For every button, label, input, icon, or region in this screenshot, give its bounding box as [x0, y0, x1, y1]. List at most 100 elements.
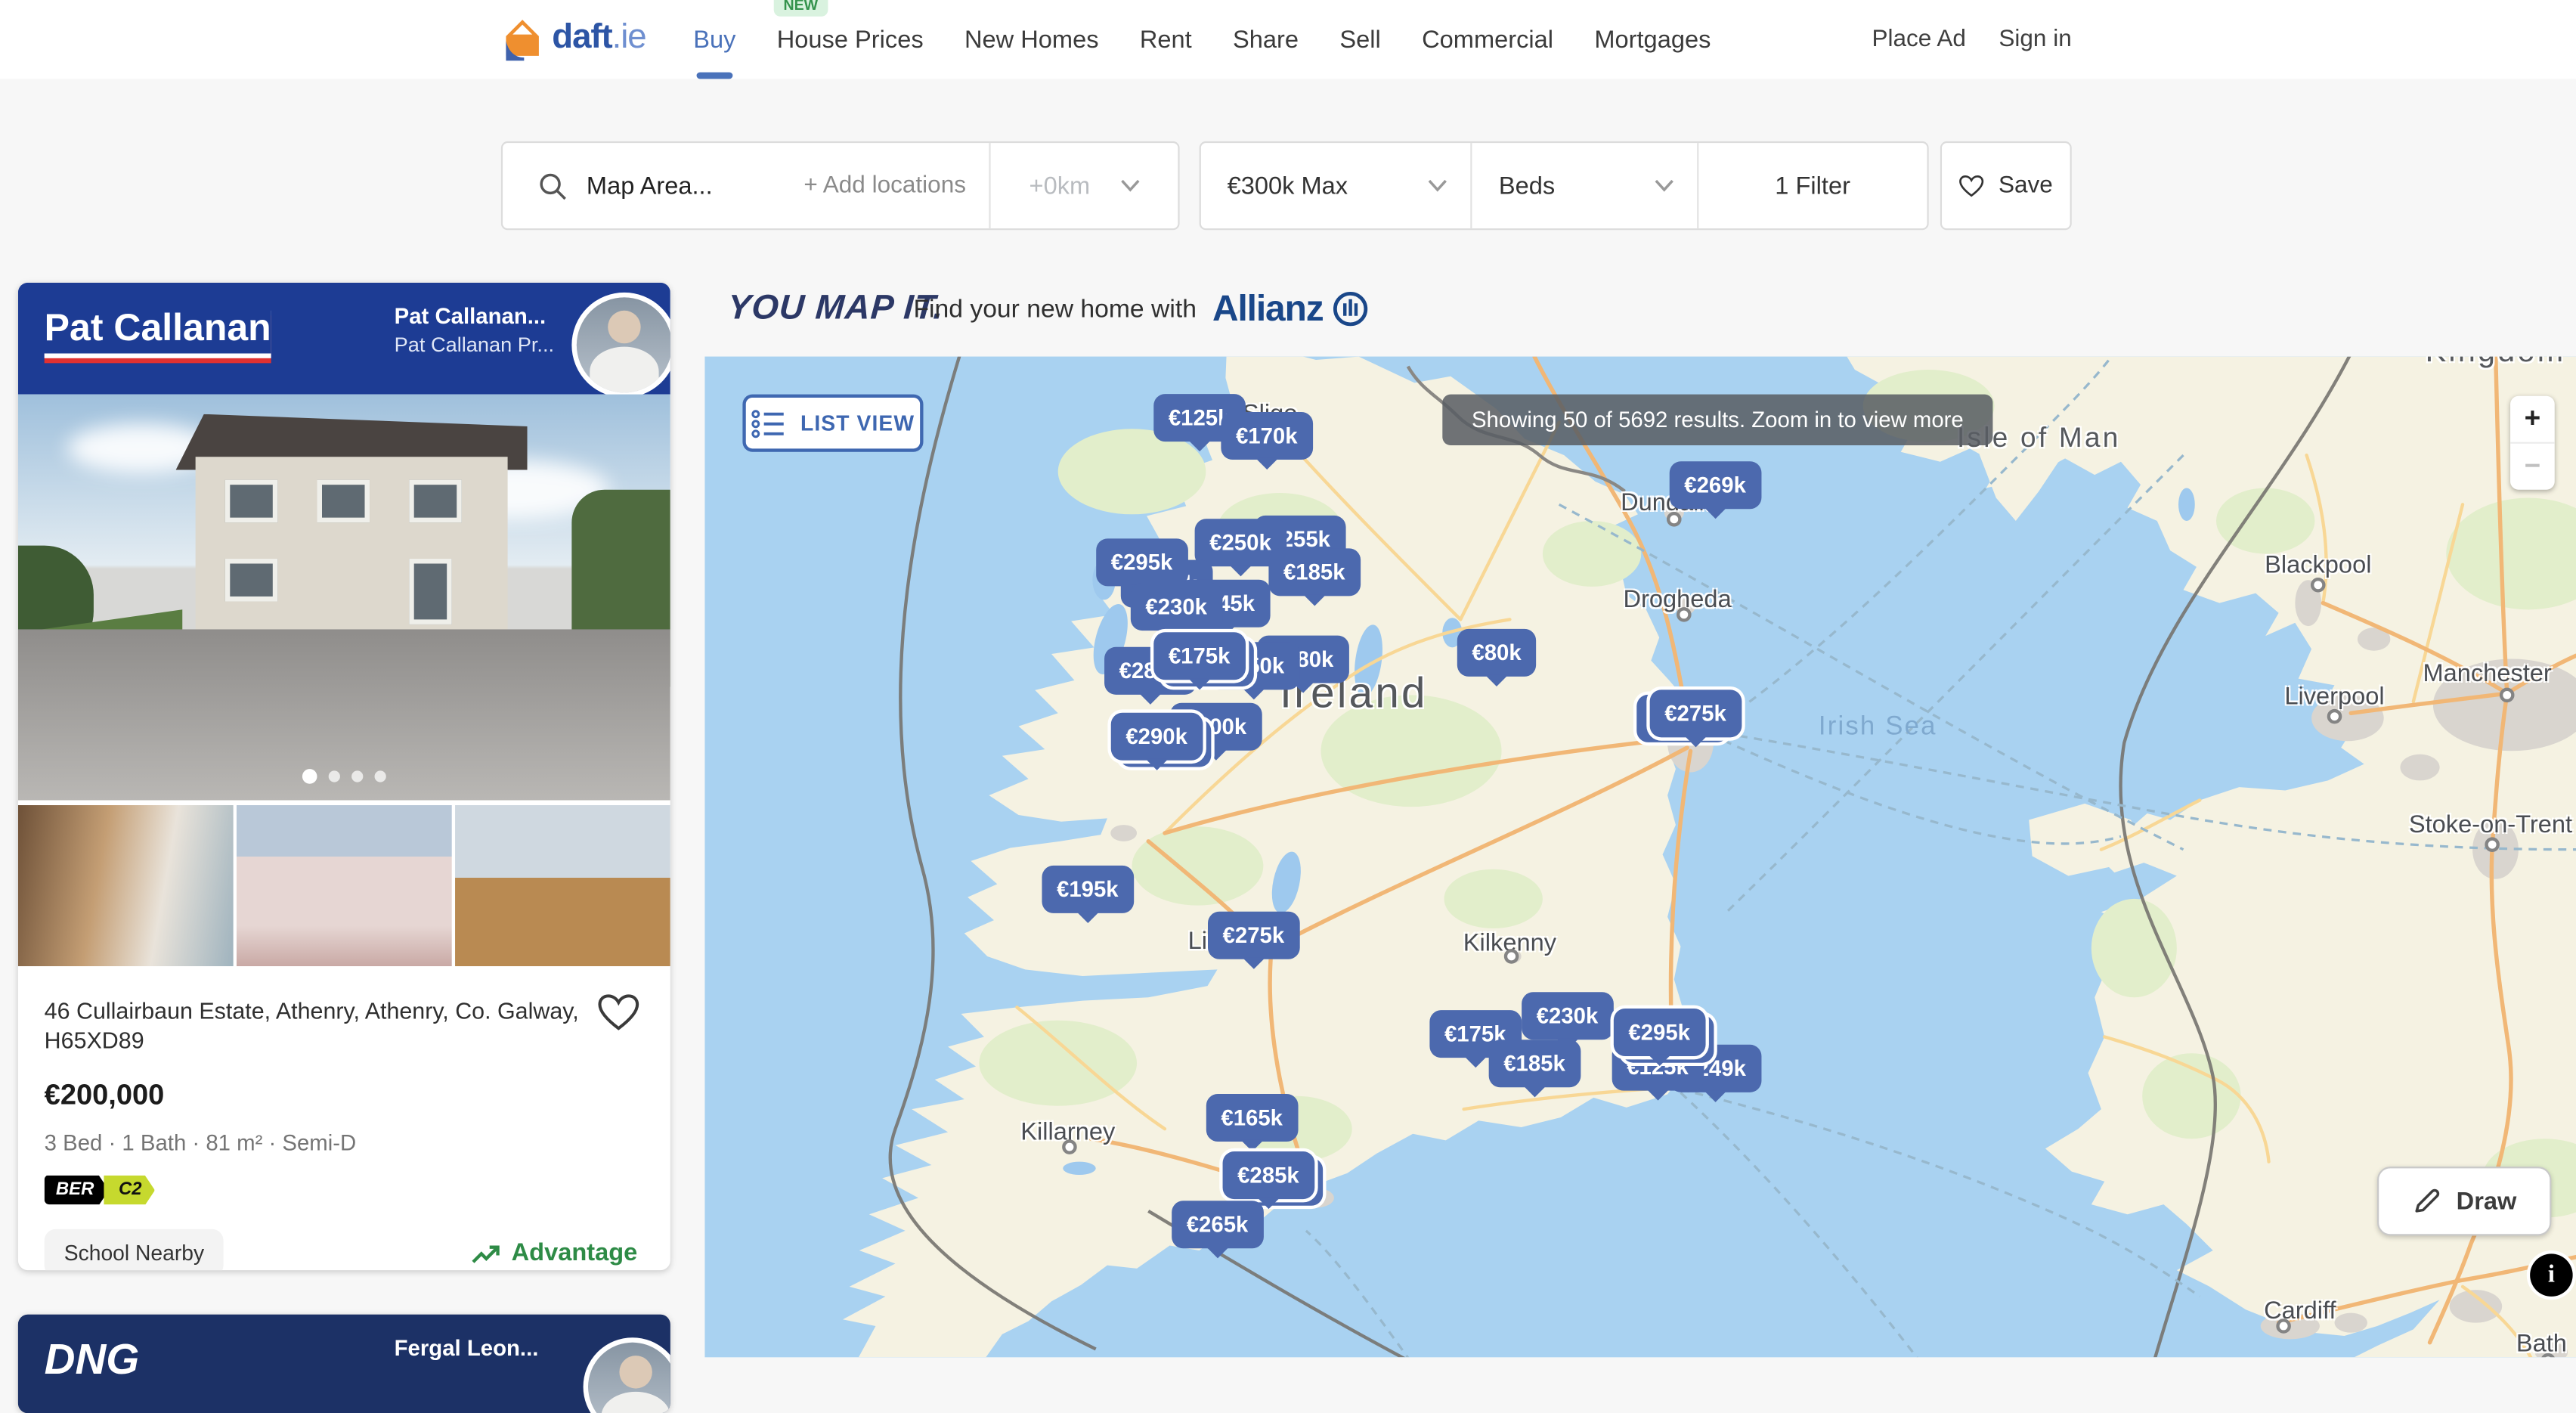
top-navigation-bar: daft.ie Buy House PricesNEW New Homes Rent S… [0, 0, 2576, 79]
results-toast: Showing 50 of 5692 results. Zoom in to v… [1442, 395, 1992, 445]
agency-logo: DNG [45, 1334, 140, 1389]
banner-text: Find your new home with [913, 296, 1197, 325]
price-marker[interactable]: €285k [1223, 1151, 1314, 1198]
search-icon [539, 172, 567, 200]
search-filter-bar: Map Area... + Add locations +0km €300k M… [0, 141, 2576, 230]
listing-meta: 3 Bed · 1 Bath · 81 m² · Semi-D [45, 1131, 641, 1156]
allianz-eagle-icon [1333, 291, 1370, 327]
favourite-heart-icon[interactable] [596, 993, 641, 1042]
nav-item-house-prices[interactable]: House PricesNEW [777, 0, 924, 79]
ber-badge: BER C2 [45, 1176, 641, 1205]
agent-avatar [584, 1337, 670, 1413]
price-marker[interactable]: €80k [1457, 629, 1536, 676]
property-photo[interactable] [18, 395, 670, 801]
thumbnail-hallway[interactable] [18, 805, 234, 966]
agent-avatar [571, 293, 670, 398]
agent-names: Pat Callanan... Pat Callanan Pr... [395, 304, 554, 357]
city-dot-liverpool [2327, 709, 2342, 724]
price-marker[interactable]: €295k [1614, 1009, 1705, 1055]
city-dot-stoke-on-trent [2485, 837, 2500, 852]
filter-count-button[interactable]: 1 Filter [1697, 143, 1927, 228]
price-marker[interactable]: €170k [1221, 412, 1312, 459]
radius-dropdown[interactable]: +0km [989, 143, 1178, 228]
listing-details: 46 Cullairbaun Estate, Athenry, Athenry,… [18, 966, 670, 1270]
daft-logo[interactable]: daft.ie [501, 15, 646, 61]
advantage-badge: Advantage [472, 1240, 637, 1268]
price-marker[interactable]: €275k [1650, 689, 1742, 736]
city-label-blackpool: Blackpool [2265, 551, 2371, 579]
list-view-button[interactable]: LIST VIEW [742, 395, 923, 452]
search-input-value[interactable]: Map Area... [587, 172, 713, 200]
add-locations-button[interactable]: + Add locations [803, 172, 989, 199]
draw-button[interactable]: Draw [2377, 1167, 2551, 1235]
allianz-logo: Allianz [1212, 287, 1369, 330]
city-dot-blackpool [2311, 578, 2326, 593]
agency-banner: DNG Fergal Leon... [18, 1315, 670, 1413]
price-filter-dropdown[interactable]: €300k Max [1201, 143, 1471, 228]
city-label-stoke-on-trent: Stoke-on-Trent [2409, 811, 2572, 839]
map-info-button[interactable]: i [2527, 1250, 2576, 1300]
chevron-down-icon [1119, 179, 1139, 192]
price-marker[interactable]: €185k [1489, 1040, 1581, 1086]
save-search-button[interactable]: Save [1940, 141, 2072, 230]
daft-logo-text: daft.ie [552, 18, 646, 57]
price-marker[interactable]: €195k [1042, 866, 1133, 913]
agency-banner: Pat Callanan Pat Callanan... Pat Callana… [18, 283, 670, 395]
map-overlay: IrelandIsle of ManKingdomIrish SeaSligoD… [704, 357, 2576, 1358]
map-area-segment[interactable]: Map Area... + Add locations [503, 172, 989, 200]
beds-filter-dropdown[interactable]: Beds [1471, 143, 1697, 228]
price-marker[interactable]: €269k [1670, 461, 1761, 508]
zoom-out-button[interactable]: − [2510, 442, 2555, 490]
nav-item-rent[interactable]: Rent [1140, 0, 1192, 79]
carousel-dot[interactable] [302, 769, 317, 784]
price-marker[interactable]: €290k [1111, 713, 1203, 760]
list-icon [751, 408, 788, 438]
listing-card-next[interactable]: DNG Fergal Leon... [18, 1315, 670, 1413]
price-marker[interactable]: €295k [1096, 538, 1187, 585]
results-map[interactable]: IrelandIsle of ManKingdomIrish SeaSligoD… [704, 357, 2576, 1358]
pencil-icon [2412, 1186, 2441, 1216]
price-marker[interactable]: €165k [1206, 1094, 1298, 1141]
photo-thumbnails [18, 805, 670, 966]
nav-item-buy[interactable]: Buy [693, 0, 735, 79]
thumbnail-kitchen[interactable] [455, 805, 670, 966]
agent-names: Fergal Leon... [395, 1336, 539, 1361]
trending-up-icon [472, 1242, 501, 1265]
price-marker[interactable]: €275k [1208, 912, 1299, 959]
listing-card[interactable]: Pat Callanan Pat Callanan... Pat Callana… [18, 283, 670, 1270]
city-dot-killarney [1062, 1139, 1077, 1154]
carousel-dots[interactable] [18, 769, 670, 784]
nav-item-mortgages[interactable]: Mortgages [1594, 0, 1711, 79]
carousel-dot[interactable] [329, 770, 340, 782]
region-label-kingdom: Kingdom [2426, 357, 2566, 372]
price-marker[interactable]: €230k [1131, 583, 1222, 630]
price-marker[interactable]: €230k [1522, 992, 1613, 1039]
new-badge: NEW [773, 0, 828, 17]
nav-item-commercial[interactable]: Commercial [1422, 0, 1553, 79]
filters-box: €300k Max Beds 1 Filter [1200, 141, 1929, 230]
place-ad-link[interactable]: Place Ad [1872, 26, 1965, 53]
price-marker[interactable]: €185k [1268, 548, 1360, 595]
daft-house-icon [501, 15, 544, 61]
listing-price: €200,000 [45, 1079, 641, 1114]
region-label-irish-sea: Irish Sea [1819, 713, 1937, 742]
carousel-dot[interactable] [375, 770, 386, 782]
sign-in-link[interactable]: Sign in [1999, 26, 2071, 53]
carousel-dot[interactable] [351, 770, 363, 782]
nav-item-new-homes[interactable]: New Homes [964, 0, 1099, 79]
price-marker[interactable]: €265k [1172, 1201, 1263, 1247]
city-label-bath: Bath [2516, 1330, 2567, 1357]
thumbnail-bedroom[interactable] [237, 805, 452, 966]
price-marker[interactable]: €175k [1153, 632, 1245, 679]
map-zoom-control: + − [2510, 396, 2555, 490]
nav-item-share[interactable]: Share [1233, 0, 1299, 79]
zoom-in-button[interactable]: + [2510, 396, 2555, 442]
daft-map-search-page: daft.ie Buy House PricesNEW New Homes Rent S… [0, 0, 2576, 1357]
city-dot-manchester [2500, 688, 2515, 703]
listing-address: 46 Cullairbaun Estate, Athenry, Athenry,… [45, 996, 587, 1055]
location-search-box[interactable]: Map Area... + Add locations +0km [501, 141, 1180, 230]
you-map-it-slogan: YOU MAP IT. [726, 290, 945, 329]
city-dot-drogheda [1677, 607, 1692, 622]
nav-item-sell[interactable]: Sell [1339, 0, 1380, 79]
city-label-manchester: Manchester [2423, 660, 2551, 688]
